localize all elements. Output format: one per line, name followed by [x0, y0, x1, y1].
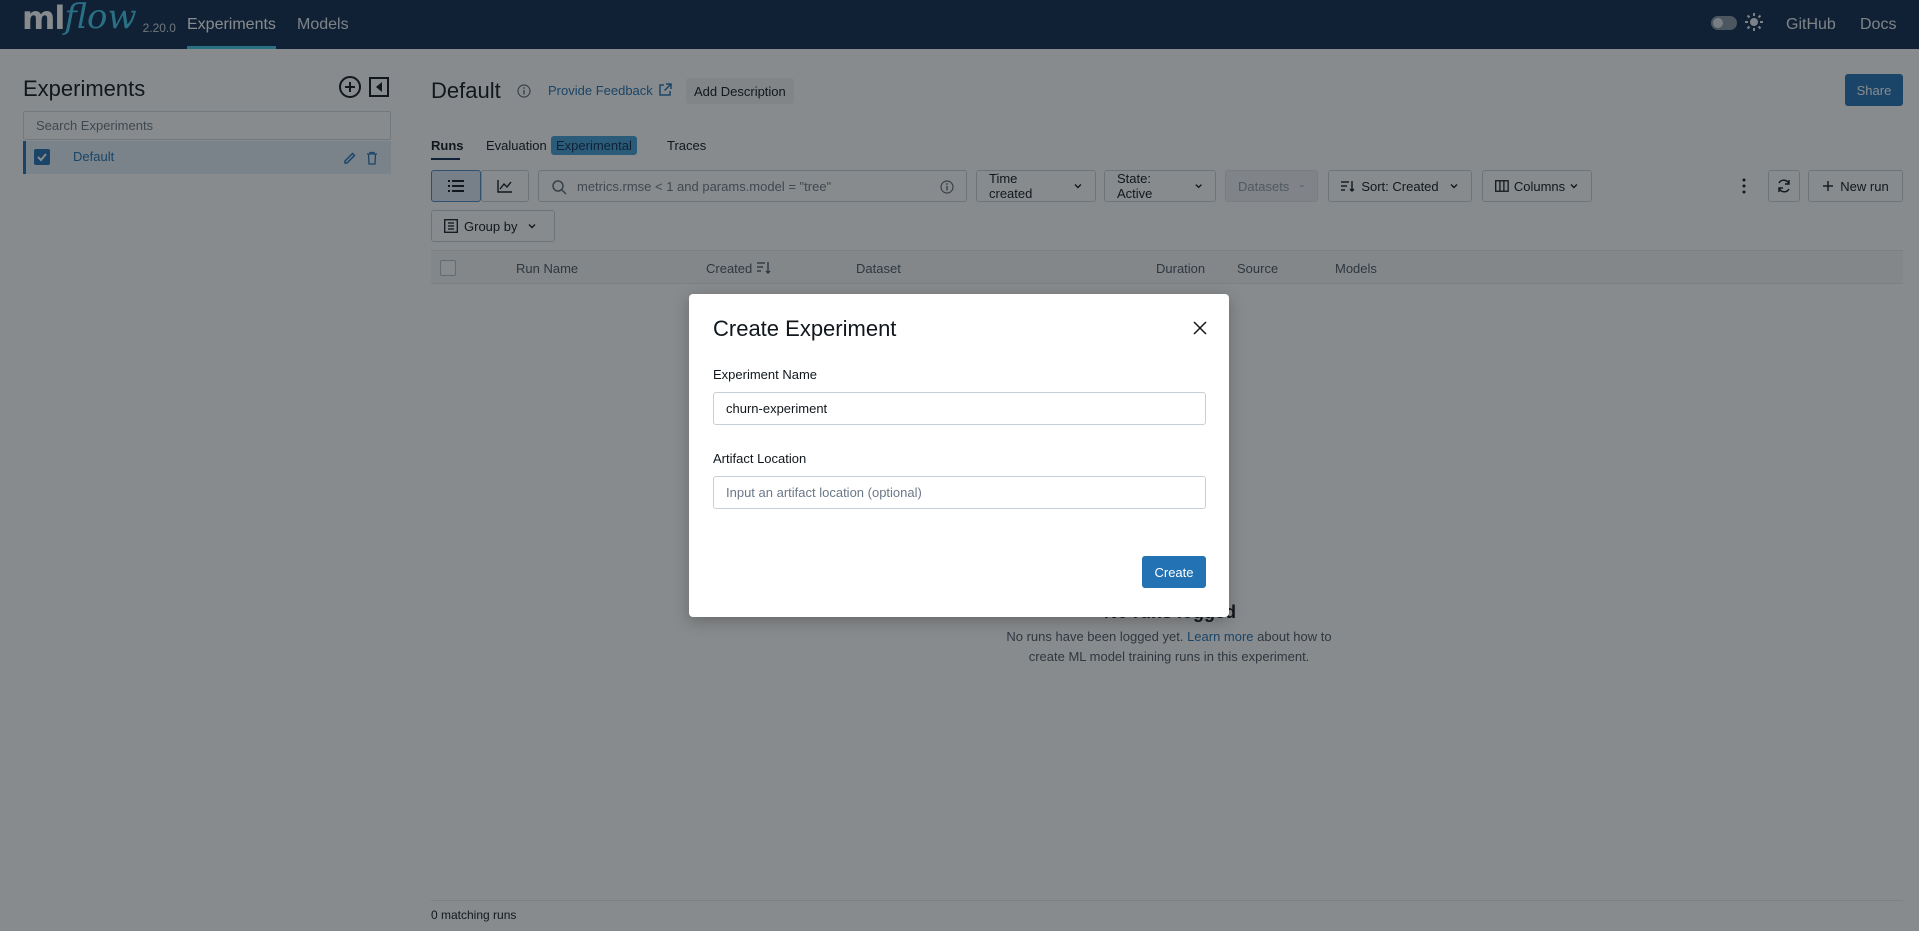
artifact-location-label: Artifact Location — [713, 451, 807, 466]
create-experiment-modal: Create Experiment Experiment Name Artifa… — [689, 294, 1229, 617]
experiment-name-input[interactable] — [713, 392, 1206, 425]
artifact-location-input[interactable] — [713, 476, 1206, 509]
close-button[interactable] — [1188, 316, 1212, 340]
modal-title: Create Experiment — [713, 316, 897, 341]
close-icon — [1193, 321, 1207, 335]
experiment-name-label: Experiment Name — [713, 367, 818, 382]
create-button[interactable]: Create — [1142, 556, 1206, 588]
